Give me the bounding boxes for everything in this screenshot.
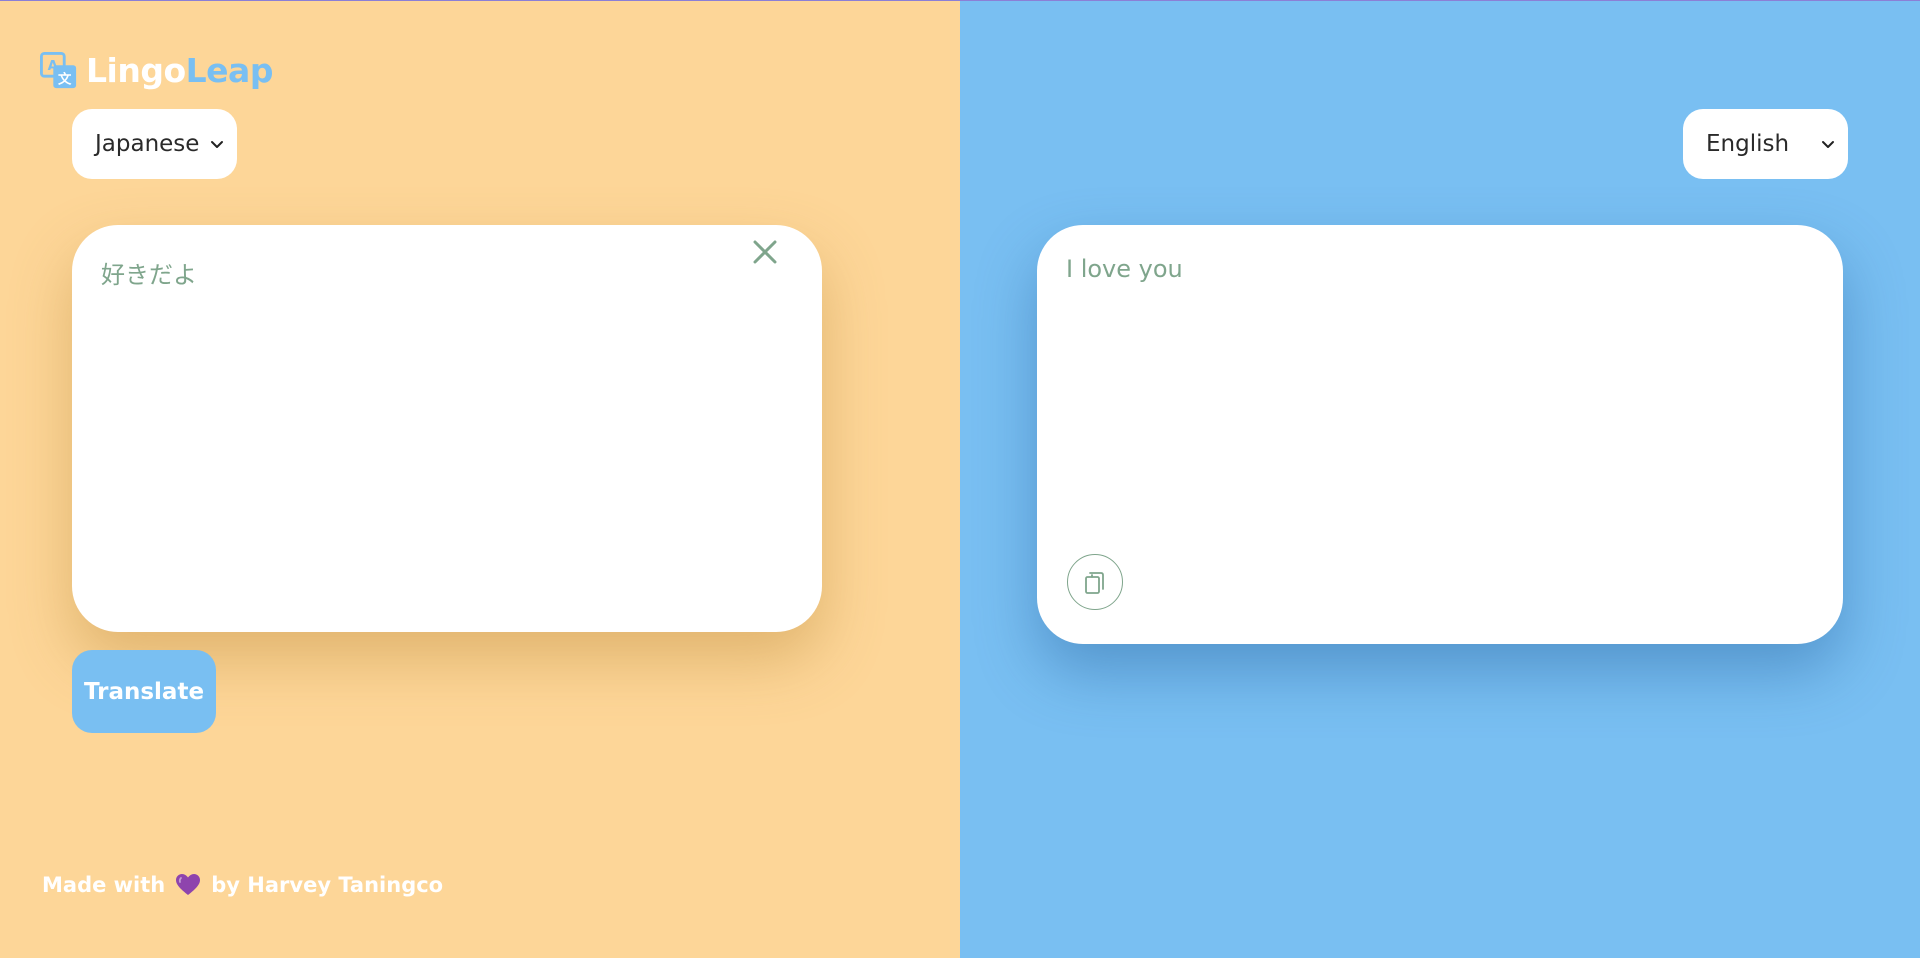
footer-prefix: Made with [42,873,166,897]
source-language-select[interactable]: Japanese [72,109,237,179]
copy-button[interactable] [1067,554,1123,610]
footer: Made with by Harvey Taningco [42,873,443,897]
target-language-value: English [1706,131,1790,157]
source-language-value: Japanese [95,131,200,157]
purple-heart-icon [176,874,201,895]
target-text: I love you [1066,255,1183,283]
footer-suffix: by Harvey Taningco [211,873,444,897]
translate-button[interactable]: Translate [72,650,216,733]
source-text: 好きだよ [101,261,197,289]
chevron-down-icon [1822,141,1834,148]
logo-part-1: Lingo [86,51,186,90]
logo: A 文 LingoLeap [40,51,273,90]
target-language-select[interactable]: English [1683,109,1848,179]
app-root: A 文 LingoLeap Japanese 好きだよ Translate Ma… [0,0,1920,958]
chevron-down-icon [211,141,223,148]
copy-icon [1085,572,1104,594]
source-text-area[interactable]: 好きだよ [72,225,822,632]
target-panel: English I love you [960,1,1920,958]
target-text-area[interactable]: I love you [1037,225,1843,644]
svg-text:文: 文 [58,70,72,87]
translate-icon: A 文 [40,51,77,88]
close-icon[interactable] [748,235,782,269]
logo-part-2: Leap [185,51,274,90]
source-panel: A 文 LingoLeap Japanese 好きだよ Translate Ma… [0,1,960,958]
app-title: LingoLeap [86,51,273,90]
